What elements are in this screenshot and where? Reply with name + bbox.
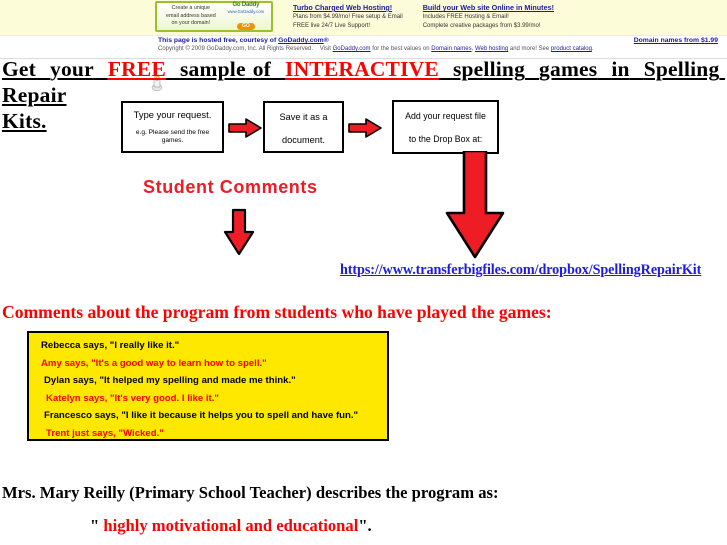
flow-step-3-line2: to the Drop Box at:: [408, 134, 483, 144]
list-item: Katelyn says, "It's very good. I like it…: [46, 392, 219, 404]
flow-arrow-right-2: [348, 118, 382, 138]
teacher-endorsement-line: Mrs. Mary Reilly (Primary School Teacher…: [2, 483, 499, 502]
list-item: Dylan says, "It helped my spelling and m…: [44, 375, 296, 386]
headline-word-2: your: [50, 57, 94, 81]
ad-column-website: Build your Web site Online in Minutes! I…: [423, 1, 554, 30]
quote-text: highly motivational and educational: [99, 516, 359, 535]
student-comments-box: Rebecca says, "I really like it." Amy sa…: [27, 331, 389, 441]
ad-column-website-heading[interactable]: Build your Web site Online in Minutes!: [423, 3, 554, 13]
ad-promo-line3: on your domain!: [171, 20, 211, 27]
list-item: Rebecca says, "I really like it.": [41, 340, 180, 351]
flow-arrow-down-large: [445, 151, 505, 259]
copyright-text: Copyright © 2009 GoDaddy.com, Inc. All R…: [158, 46, 314, 52]
web-hosting-link[interactable]: Web hosting: [475, 46, 508, 52]
headline-word-5: of: [252, 57, 271, 81]
flow-step-box-2: Save it as a document.: [263, 101, 344, 153]
ad-promo-box[interactable]: Create a unique email address based on y…: [155, 1, 273, 32]
ad-column-hosting-heading[interactable]: Turbo Charged Web Hosting!: [293, 3, 403, 13]
student-comments-arrow-down: [223, 208, 255, 256]
flow-step-box-1: Type your request. e.g. Please send the …: [121, 101, 224, 153]
student-comments-heading: Student Comments: [143, 177, 318, 197]
godaddy-logo: Go Daddy www.GoDaddy.com GO: [223, 2, 269, 32]
best-values-text: for the best values on: [370, 46, 432, 52]
flow-step-box-3: Add your request file to the Drop Box at…: [392, 100, 499, 154]
ad-column-website-line1: Includes FREE Hosting & Email!: [422, 14, 509, 20]
godaddy-ad-banner: Create a unique email address based on y…: [0, 0, 727, 36]
list-item: Amy says, "It's a good way to learn how …: [41, 357, 267, 369]
ad-column-website-line2: Complete creative packages from $3.99/mo…: [422, 22, 541, 29]
ad-banner-inner: Create a unique email address based on y…: [155, 1, 554, 32]
headline-word-interactive: INTERACTIVE: [285, 57, 439, 81]
flow-step-1-line2: e.g. Please send the free games.: [135, 129, 210, 144]
headline-word-12: Kits.: [2, 109, 47, 133]
headline-word-free: FREE: [107, 57, 166, 81]
flow-step-3-line1: Add your request file: [405, 111, 486, 121]
visit-text: Visit: [319, 46, 333, 52]
flow-step-2-line1: Save it as a: [279, 112, 328, 122]
dropbox-url-link[interactable]: https://www.transferbigfiles.com/dropbox…: [340, 262, 701, 279]
ad-column-hosting-line2: FREE live 24/7 Live Support!: [293, 22, 371, 29]
headline-word-1: Get: [2, 57, 37, 81]
quote-open-mark: ": [90, 516, 100, 535]
hosted-strip-godaddy-link[interactable]: GoDaddy.com: [278, 37, 324, 44]
hosted-strip-row1: This page is hosted free, courtesy of Go…: [158, 37, 718, 44]
ad-go-button[interactable]: GO: [236, 22, 255, 30]
period-text: .: [591, 46, 594, 52]
headline-word-8: games: [539, 57, 598, 81]
flow-step-2-line2: document.: [282, 135, 325, 145]
godaddy-logo-wordmark: Go Daddy: [232, 1, 260, 8]
ad-promo-line1: Create a unique: [171, 5, 211, 12]
domain-names-price-link[interactable]: Domain names from $1.99: [634, 37, 718, 44]
comments-section-heading: Comments about the program from students…: [2, 302, 552, 322]
godaddy-inline-link[interactable]: GoDaddy.com: [333, 46, 371, 52]
headline-word-11: Repair: [2, 83, 67, 107]
flow-step-1-line1: Type your request.: [133, 109, 212, 120]
headline-word-10: Spelling: [643, 57, 720, 81]
list-item: Francesco says, "I like it because it he…: [44, 410, 359, 421]
quote-close-mark: ".: [358, 516, 372, 535]
hosted-strip-notice: This page is hosted free, courtesy of Go…: [158, 37, 329, 44]
hosted-strip-notice-text: This page is hosted free, courtesy of: [158, 37, 279, 44]
flow-arrow-right-1: [228, 118, 262, 138]
hosted-strip-inner: This page is hosted free, courtesy of Go…: [158, 37, 718, 54]
hosted-strip-copyright: Copyright © 2009 GoDaddy.com, Inc. All R…: [158, 45, 718, 54]
ad-column-hosting: Turbo Charged Web Hosting! Plans from $4…: [293, 1, 403, 30]
teacher-quote-line: " highly motivational and educational".: [90, 516, 372, 536]
and-more-text: and more! See: [508, 46, 551, 52]
list-item: Trent just says, "Wicked.": [46, 427, 164, 439]
godaddy-logo-url: www.GoDaddy.com: [227, 8, 265, 14]
headline-word-7: spelling: [452, 57, 526, 81]
hosted-strip-notice-suffix: ®: [323, 37, 329, 44]
headline-word-4: sample: [179, 57, 246, 81]
ad-promo-text: Create a unique email address based on y…: [159, 5, 223, 27]
headline-word-9: in: [611, 57, 630, 81]
domain-names-link[interactable]: Domain names: [431, 46, 471, 52]
ad-promo-line2: email address based: [165, 12, 216, 19]
product-catalog-link[interactable]: product catalog: [551, 46, 592, 52]
ad-column-hosting-line1: Plans from $4.99/mo! Free setup & Email: [293, 14, 403, 20]
